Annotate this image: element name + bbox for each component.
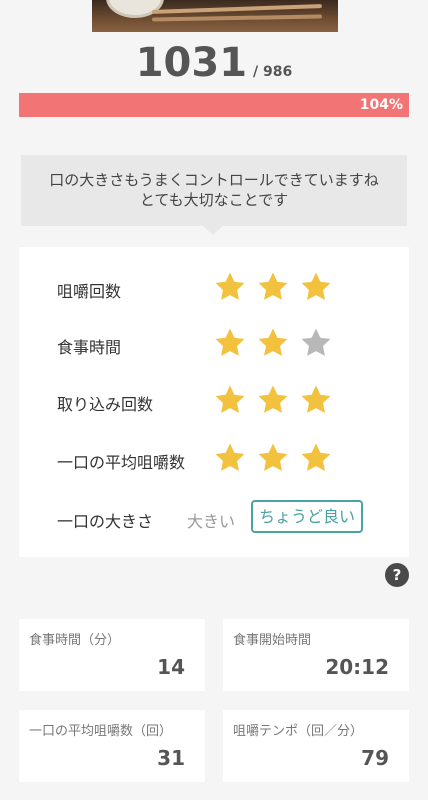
bite-size-option-big: 大きい [187, 512, 236, 531]
star-filled-icon [213, 383, 247, 417]
stat-card-avg-chews: 一口の平均咀嚼数（回） 31 [19, 710, 205, 782]
star-filled-icon [299, 383, 333, 417]
star-filled-icon [256, 441, 290, 475]
star-filled-icon [256, 326, 290, 360]
progress-bar: 104% [19, 93, 409, 117]
star-filled-icon [213, 270, 247, 304]
rating-row-bite-size: 一口の大きさ 大きい ちょうど良い [19, 498, 409, 538]
bite-size-option-good: ちょうど良い [251, 500, 364, 533]
progress-percent: 104% [359, 97, 403, 113]
feedback-message: 口の大きさもうまくコントロールできていますね とても大切なことです [21, 170, 407, 210]
bite-size-label: 一口の大きさ [57, 512, 154, 531]
chopstick-shape [151, 14, 323, 22]
stat-label: 咀嚼テンポ（回／分） [233, 724, 364, 739]
bubble-tail [203, 226, 223, 235]
rating-label: 一口の平均咀嚼数 [57, 453, 186, 472]
star-group [213, 326, 342, 364]
chopstick-shape [151, 4, 323, 14]
rating-label: 取り込み回数 [57, 395, 154, 414]
rating-label: 咀嚼回数 [57, 282, 122, 301]
rating-row-meal-time: 食事時間 [19, 324, 409, 364]
stat-label: 食事時間（分） [29, 633, 121, 648]
rating-row-avg-chews: 一口の平均咀嚼数 [19, 439, 409, 479]
meal-photo [92, 0, 338, 32]
star-empty-icon [299, 326, 333, 360]
progress-fill [19, 93, 409, 117]
chew-count-value: 1031 [135, 40, 248, 86]
chew-count-summary: 1031 / 986 [0, 40, 428, 86]
feedback-bubble: 口の大きさもうまくコントロールできていますね とても大切なことです [21, 155, 407, 226]
rating-label: 食事時間 [57, 338, 122, 357]
stat-card-chew-tempo: 咀嚼テンポ（回／分） 79 [223, 710, 409, 782]
stat-value: 14 [157, 655, 185, 679]
feedback-line-2: とても大切なことです [139, 191, 289, 209]
stat-value: 79 [361, 746, 389, 770]
rating-card: 咀嚼回数 食事時間 取り込み回数 一口の平均咀嚼数 一口の大きさ 大きい ちょう… [19, 247, 409, 557]
help-icon[interactable]: ? [385, 563, 409, 587]
star-filled-icon [213, 441, 247, 475]
rating-row-chew-count: 咀嚼回数 [19, 268, 409, 308]
star-filled-icon [299, 441, 333, 475]
star-group [213, 270, 342, 308]
stat-label: 食事開始時間 [233, 633, 312, 648]
chew-count-target: / 986 [253, 64, 293, 80]
stat-value: 20:12 [325, 655, 389, 679]
stat-value: 31 [157, 746, 185, 770]
stat-label: 一口の平均咀嚼数（回） [29, 724, 173, 739]
star-group [213, 383, 342, 421]
star-group [213, 441, 342, 479]
star-filled-icon [256, 383, 290, 417]
rating-row-intake-count: 取り込み回数 [19, 381, 409, 421]
feedback-line-1: 口の大きさもうまくコントロールできていますね [49, 171, 379, 189]
star-filled-icon [256, 270, 290, 304]
stat-card-meal-minutes: 食事時間（分） 14 [19, 619, 205, 691]
stat-card-start-time: 食事開始時間 20:12 [223, 619, 409, 691]
star-filled-icon [213, 326, 247, 360]
star-filled-icon [299, 270, 333, 304]
